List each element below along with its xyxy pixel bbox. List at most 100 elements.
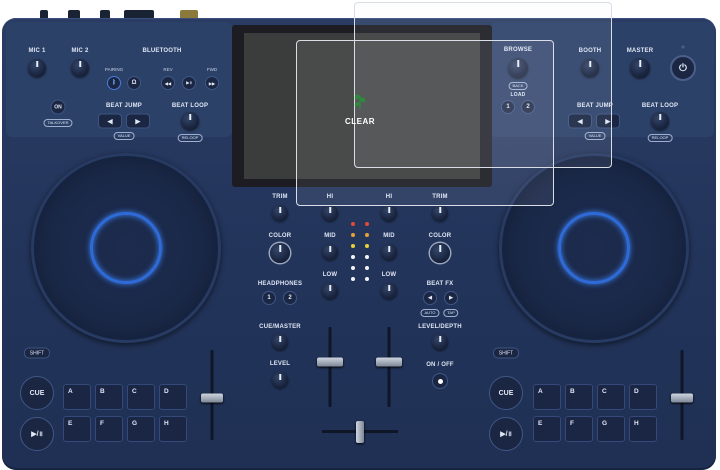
headphones-cue1-button[interactable]: 1 [262,291,276,305]
pad-right-c[interactable]: C [597,384,625,410]
pad-left-f[interactable]: F [95,416,123,442]
mid-label-left: MID [324,233,336,239]
cue-label-left: CUE [29,389,45,397]
fwd-button[interactable]: ▶▶ [205,76,219,90]
bt-fwd-label: FWD [206,67,218,72]
cue-master-knob[interactable] [272,334,288,350]
vu-led [351,266,355,270]
pad-left-e[interactable]: E [63,416,91,442]
channel-fader-right[interactable] [376,357,402,367]
trim-knob-left[interactable] [272,205,288,221]
tempo-fader-left[interactable] [201,393,223,403]
vu-led [365,277,369,281]
master-knob[interactable] [630,58,650,78]
bt-rev-label: REV [163,67,173,72]
beat-jump-label-left: BEAT JUMP [105,103,143,109]
play-pause-icon: ▶/॥ [31,430,43,438]
mic1-label: MIC 1 [28,48,46,54]
trim-label-left: TRIM [272,194,288,200]
power-button[interactable]: ⏻ [670,55,696,81]
level-depth-knob[interactable] [432,334,448,350]
vu-led [351,277,355,281]
beat-loop-knob-left[interactable] [181,112,199,130]
trim-knob-right[interactable] [432,205,448,221]
low-label-left: LOW [322,272,338,278]
mic2-knob[interactable] [71,59,89,77]
cue-button-left[interactable]: CUE [20,376,54,410]
vu-led [365,233,369,237]
pad-right-d[interactable]: D [629,384,657,410]
pad-left-d[interactable]: D [159,384,187,410]
screen-protector-film [354,2,612,168]
play-pause-icon: ▶/॥ [500,430,512,438]
color-knob-right[interactable] [430,243,450,263]
arrow-right-icon: ▶ [135,118,141,125]
headphone-icon: Ω [131,80,137,86]
vu-led [351,244,355,248]
low-knob-right[interactable] [381,283,397,299]
leaf-logo-icon [354,94,366,110]
mic1-knob[interactable] [28,59,46,77]
cue-button-right[interactable]: CUE [489,376,523,410]
jog-ring-right [558,212,630,284]
pad-left-h[interactable]: H [159,416,187,442]
cue-master-label: CUE/MASTER [259,324,301,330]
vu-led [365,255,369,259]
power-led [681,45,685,49]
rewind-icon: ◀◀ [164,80,172,86]
play-pause-button-left[interactable]: ▶/॥ [20,417,54,451]
beat-jump-back-left[interactable]: ◀ [98,113,122,129]
mid-label-right: MID [383,233,395,239]
reloop-label-left: RELOOP [177,134,203,142]
headphones-cue2-button[interactable]: 2 [283,291,297,305]
pad-left-g[interactable]: G [127,416,155,442]
color-label-right: COLOR [428,233,452,239]
color-label-left: COLOR [268,233,292,239]
pad-left-b[interactable]: B [95,384,123,410]
beat-loop-label-left: BEAT LOOP [171,103,209,109]
pad-right-b[interactable]: B [565,384,593,410]
bluetooth-label: BLUETOOTH [142,48,182,54]
beat-jump-fwd-left[interactable]: ▶ [126,113,150,129]
shift-button-right[interactable]: SHIFT [493,347,519,359]
color-knob-left[interactable] [270,243,290,263]
low-knob-left[interactable] [322,283,338,299]
headphone-level-knob[interactable] [272,372,288,388]
arrow-left-icon: ◀ [107,118,113,125]
arrow-right-icon: ▶ [449,295,453,301]
bt-pairing-label: PAIRING [104,67,124,72]
pad-right-g[interactable]: G [597,416,625,442]
crossfader[interactable] [356,421,364,443]
rev-button[interactable]: ◀◀ [161,76,175,90]
pad-left-c[interactable]: C [127,384,155,410]
headphone-cue-button[interactable]: Ω [127,76,141,90]
fx-led-icon [437,378,443,384]
level-label: LEVEL [269,361,291,367]
pad-right-e[interactable]: E [533,416,561,442]
pad-left-a[interactable]: A [63,384,91,410]
fx-on-off-button[interactable] [432,373,448,389]
mic-on-button[interactable]: ON [50,99,66,115]
beat-loop-knob-right[interactable] [651,112,669,130]
pad-right-f[interactable]: F [565,416,593,442]
beat-fx-right-button[interactable]: ▶ [444,291,458,305]
pad-right-a[interactable]: A [533,384,561,410]
pad-right-h[interactable]: H [629,416,657,442]
tap-label: TAP [443,309,459,317]
master-label: MASTER [626,48,654,54]
jog-ring-left [90,212,162,284]
auto-label: AUTO [420,309,440,317]
mid-knob-right[interactable] [381,244,397,260]
bluetooth-pair-button[interactable]: ᛒ [107,76,121,90]
tempo-fader-right[interactable] [671,393,693,403]
beat-fx-left-button[interactable]: ◀ [423,291,437,305]
hi-knob-right[interactable] [381,205,397,221]
channel-fader-left[interactable] [317,357,343,367]
power-icon: ⏻ [679,62,687,74]
play-pause-button-right[interactable]: ▶/॥ [489,417,523,451]
play-pause-bt-button[interactable]: ▶॥ [182,76,196,90]
shift-button-left[interactable]: SHIFT [24,347,50,359]
on-off-label: ON / OFF [426,362,454,368]
hi-knob-left[interactable] [322,205,338,221]
mid-knob-left[interactable] [322,244,338,260]
